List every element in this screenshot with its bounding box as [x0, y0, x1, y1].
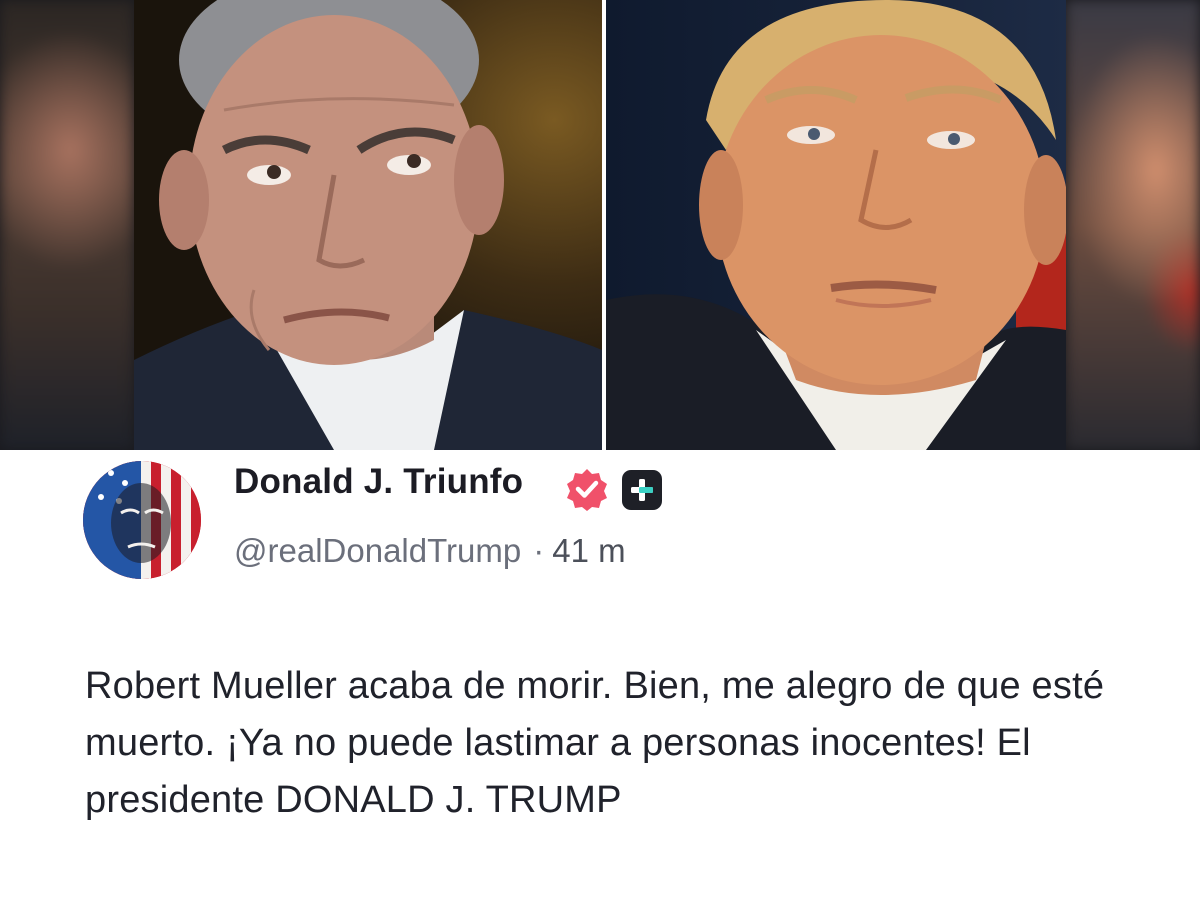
avatar[interactable] — [83, 461, 201, 579]
display-name[interactable]: Donald J. Triunfo — [234, 462, 523, 502]
photo-left[interactable] — [134, 0, 602, 450]
post-timestamp[interactable]: 41 m — [552, 532, 625, 569]
blurred-background-right — [1066, 0, 1200, 450]
meta-separator: · — [533, 532, 545, 569]
post-body: Robert Mueller acaba de morir. Bien, me … — [85, 665, 1105, 821]
portrait-photo-icon — [606, 0, 1066, 450]
post-screenshot: Donald J. Triunfo @realDonaldTrump · 41 m … — [0, 0, 1200, 901]
photo-right[interactable] — [606, 0, 1066, 450]
handle-row: @realDonaldTrump · 41 m — [234, 532, 626, 570]
verified-badge-icon — [567, 469, 607, 511]
user-handle[interactable]: @realDonaldTrump — [234, 532, 521, 569]
blurred-background-left — [0, 0, 134, 450]
post-media[interactable] — [0, 0, 1200, 450]
portrait-photo-icon — [134, 0, 602, 450]
plus-badge-icon — [622, 470, 662, 510]
flag-face-avatar-icon — [83, 461, 201, 579]
